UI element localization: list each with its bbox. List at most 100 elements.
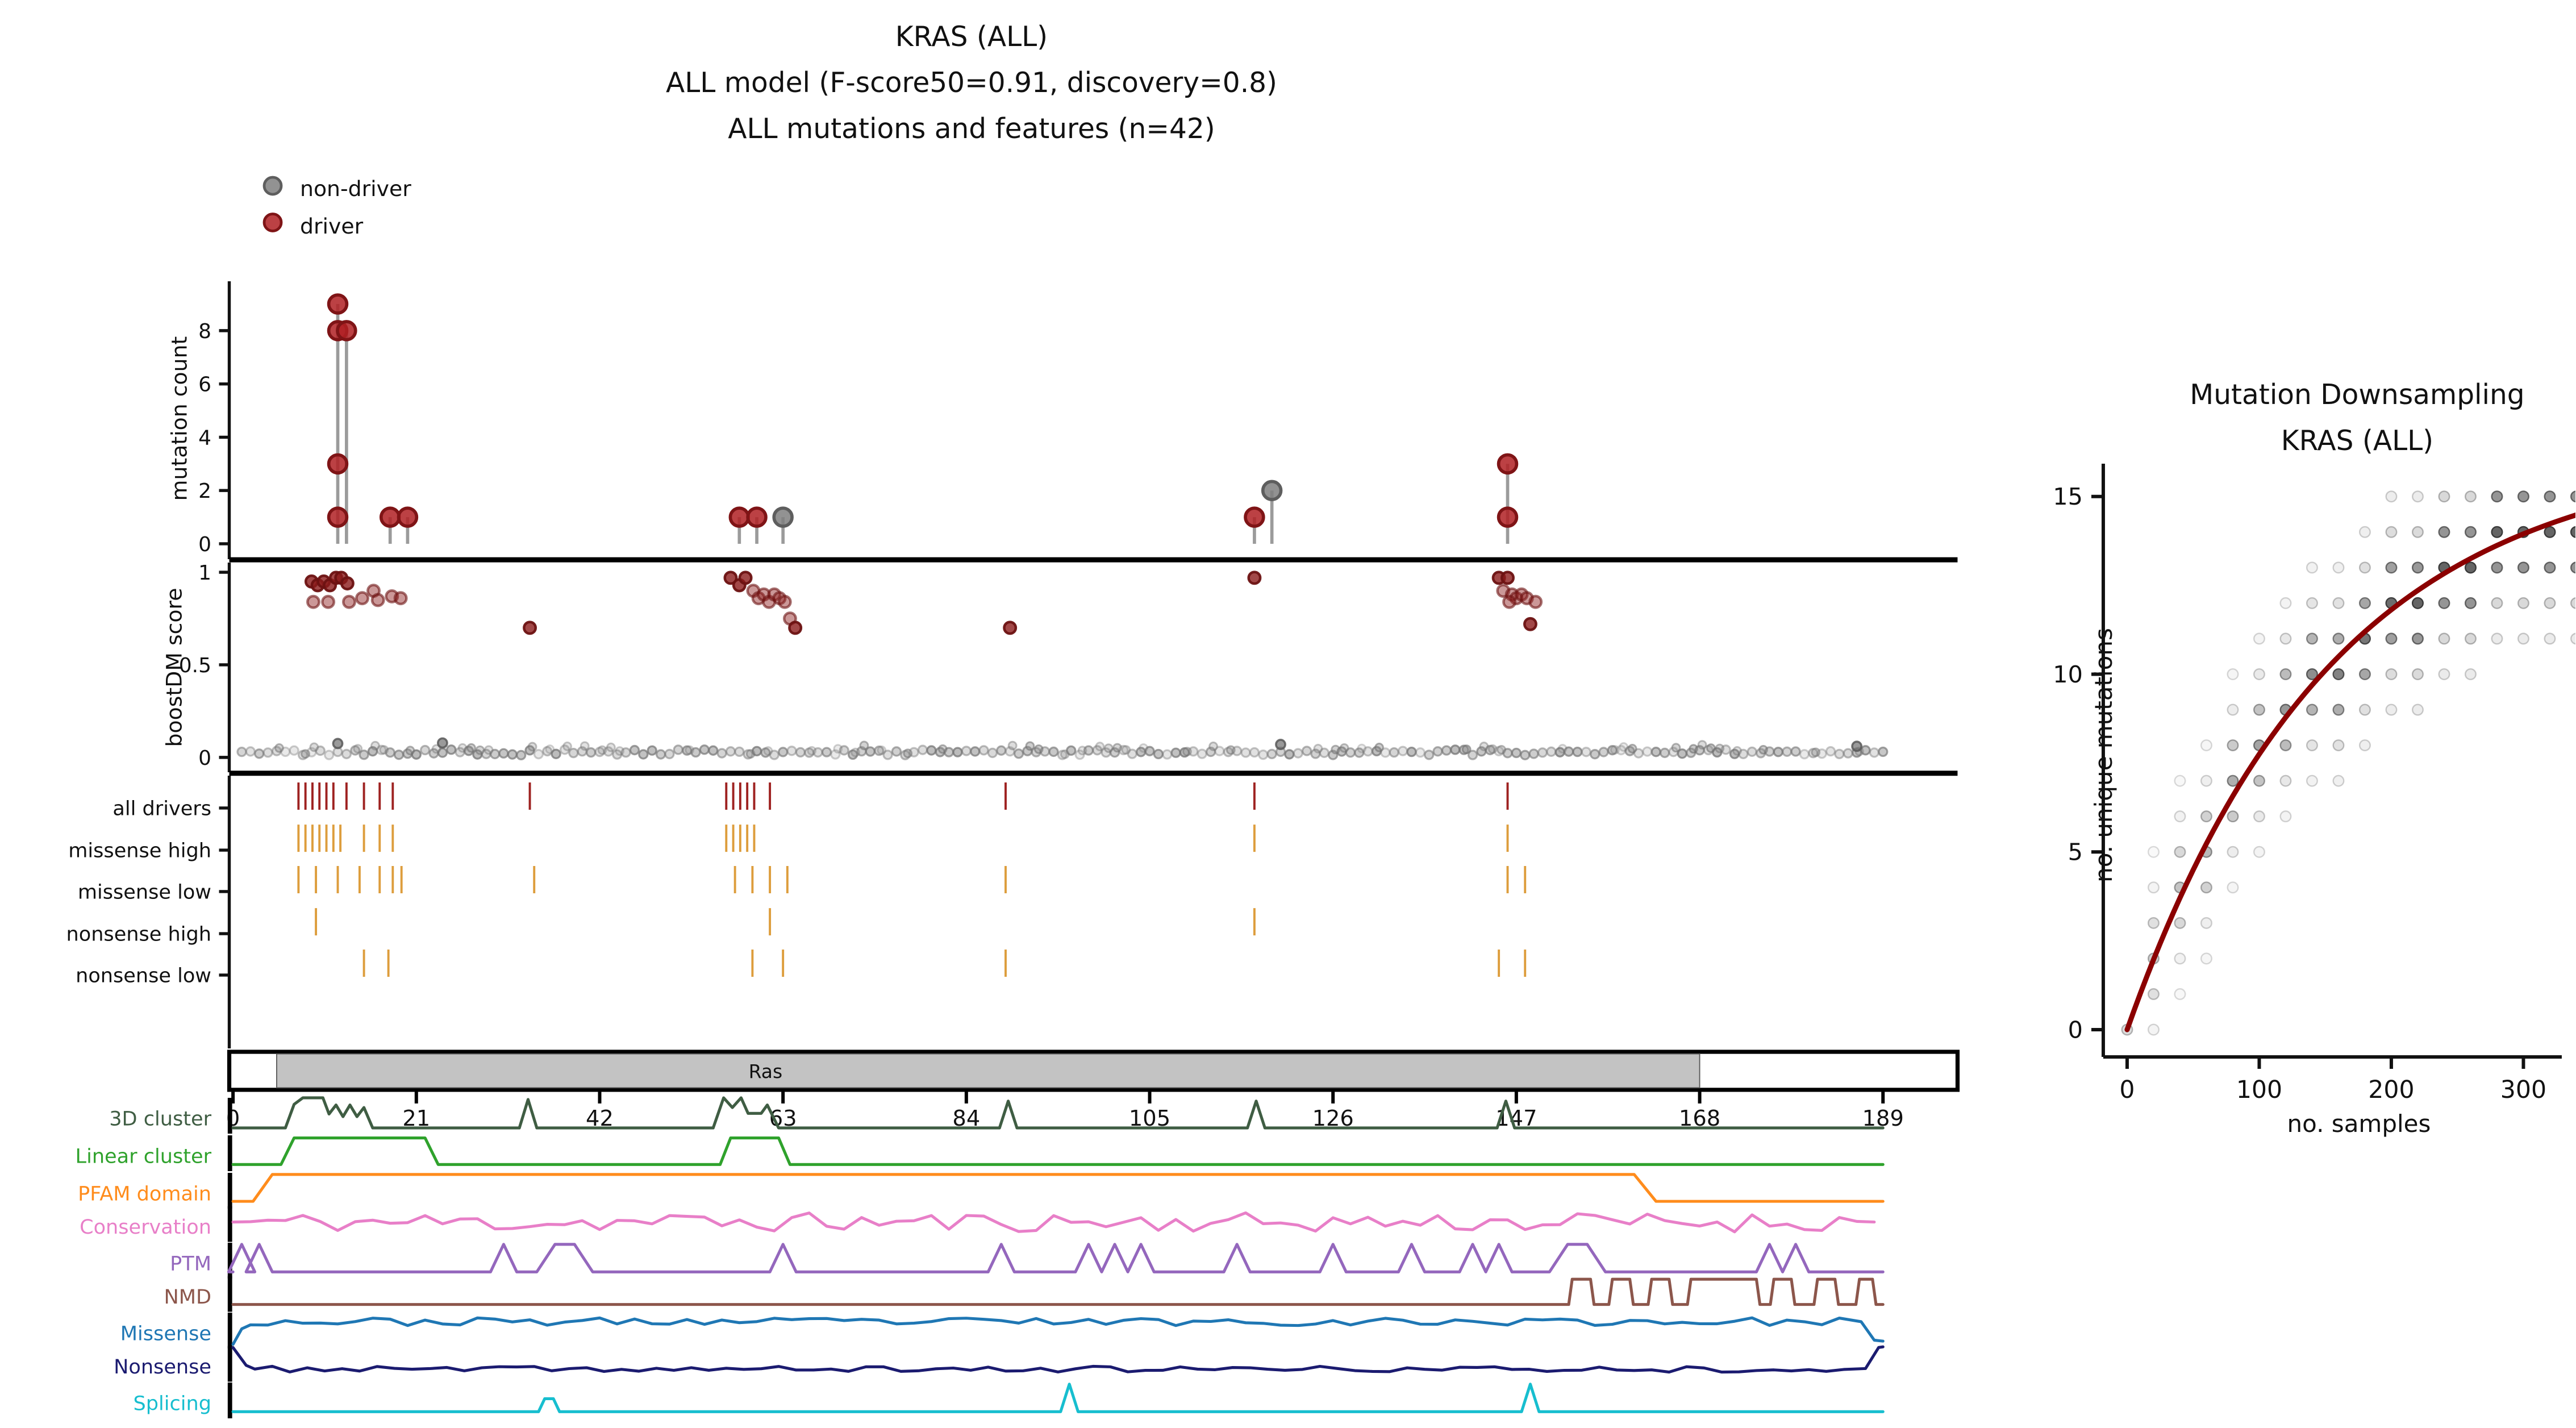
tickrow-label-nonsense-low: nonsense low [76,964,211,988]
boost-gray-dot [786,746,797,756]
boost-gray-dot [1590,749,1600,760]
track-label-Splicing: Splicing [133,1392,211,1415]
boost-gray-dot [446,744,457,755]
ds-dot [2253,846,2265,858]
boost-gray-dot [620,747,631,758]
ds-dot [2227,846,2239,858]
ds-dot [2358,739,2371,752]
boost-gray-dot [1266,748,1277,760]
boost-gray-dot [1319,747,1329,758]
ds-dot [2544,490,2556,503]
ds-dot [2385,632,2398,645]
ds-dot [2438,490,2450,503]
boost-gray-dot [690,747,701,758]
ds-dot [2570,561,2576,574]
boost-gray-dot [1066,745,1077,756]
ds-dot [2147,1023,2160,1036]
boost-gray-dot [664,748,675,760]
boost-gray-dot [1677,748,1687,759]
boost-gray-dot [917,744,928,755]
ds-dot [2385,668,2398,680]
downsampling-title: Mutation Downsampling [2190,378,2525,411]
boost-gray-dot [970,746,981,757]
ds-dot [2570,490,2576,503]
boost-gray-dot [1284,749,1295,760]
track-line-Linear-cluster [231,1136,1885,1166]
boost-driver-dot [342,594,356,609]
boost-gray-dot [1345,747,1356,758]
boost-gray-dot [795,747,806,758]
ds-dot [2544,597,2556,609]
ds-ytick-label: 0 [2068,1016,2083,1043]
ds-dot [2358,561,2371,574]
driver-marker [327,506,349,528]
legend-label-driver: driver [300,212,364,238]
boost-driver-dot [370,593,385,607]
boost-gray-dot [1153,748,1164,760]
ds-dot [2306,632,2318,645]
ds-dot [2385,526,2398,538]
domain-label-ras: Ras [749,1060,783,1083]
track-line-Splicing [231,1383,1885,1413]
ds-dot [2464,632,2477,645]
boost-gray-dot [1878,746,1889,757]
ds-dot [2227,775,2239,787]
boost-gray-dot [1013,748,1024,759]
ds-dot [2358,597,2371,609]
ds-dot [2411,561,2424,574]
boost-gray-outlier [1851,740,1863,752]
ds-dot [2306,561,2318,574]
driver-marker [1497,453,1519,475]
boost-gray-dot [1240,747,1251,758]
boost-gray-dot [516,750,527,761]
track-line-PFAM-domain [231,1173,1885,1203]
ds-dot [2174,775,2186,787]
ds-dot [2570,632,2576,645]
ds-dot [2147,846,2160,858]
boost-gray-dot [1162,749,1173,760]
nondriver-marker [1261,480,1283,501]
ylabel-boostdm-score: boostDM score [161,588,187,747]
boost-gray-dot [1834,748,1845,760]
ds-dot [2385,703,2398,716]
plot-graphics: 0246810.50all driversmissense highmissen… [66,176,2576,1418]
boost-gray-dot [708,745,719,756]
ds-dot [2147,988,2160,1000]
boost-gray-dot [882,750,893,760]
boost-gray-dot [1424,750,1435,760]
boost-gray-dot [411,749,422,760]
ds-dot [2200,881,2212,894]
driver-marker [327,293,349,315]
boost-gray-dot [1537,747,1548,758]
driver-marker [379,506,401,528]
boost-gray-dot [498,748,509,759]
boost-gray-dot [551,748,561,759]
ds-dot [2253,703,2265,716]
ds-dot [2438,597,2450,609]
boost-driver-dot [1502,594,1517,609]
ds-dot [2174,846,2186,858]
boost-gray-dot [254,748,265,759]
ds-dot [2411,668,2424,680]
ds-dot [2253,632,2265,645]
boost-gray-dot [699,744,710,755]
boost-gray-dot [1039,746,1051,757]
ds-xtick-label: 0 [2119,1076,2135,1104]
downsampling-subtitle: KRAS (ALL) [2281,424,2434,457]
boost-driver-dot [1500,571,1515,585]
ds-dot [2200,917,2212,929]
ds-dot [2200,810,2212,823]
ds-dot [2517,597,2529,609]
boost-driver-dot [1528,594,1543,609]
boost-gray-dot [245,746,256,757]
boost-gray-dot [1007,740,1018,751]
ylabel-mutation-count: mutation count [166,336,192,501]
boost-gray-dot [1450,744,1461,755]
boost-gray-dot [1406,747,1417,757]
boost-gray-dot [961,746,972,756]
boost-gray-dot [751,746,762,757]
boost-gray-dot [1293,748,1303,759]
boost-gray-dot [533,749,544,760]
track-spine [227,1276,232,1312]
boost-gray-dot [359,750,369,760]
